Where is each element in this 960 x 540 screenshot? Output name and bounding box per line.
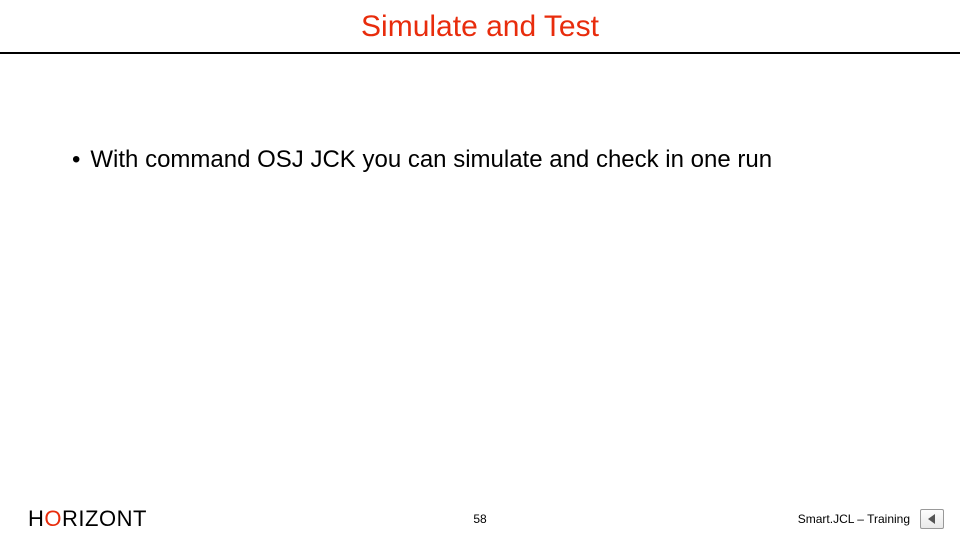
bullet-item: • With command OSJ JCK you can simulate … — [72, 144, 888, 176]
brand-pre: H — [28, 506, 44, 531]
brand-post: RIZONT — [62, 506, 147, 531]
bullet-text: With command OSJ JCK you can simulate an… — [90, 144, 772, 176]
bullet-dot: • — [72, 144, 80, 176]
brand-logo: HORIZONT — [28, 506, 147, 532]
content-area: • With command OSJ JCK you can simulate … — [0, 54, 960, 176]
back-button[interactable] — [920, 509, 944, 529]
footer-right: Smart.JCL – Training — [798, 509, 944, 529]
slide-title: Simulate and Test — [0, 0, 960, 52]
slide: Simulate and Test • With command OSJ JCK… — [0, 0, 960, 540]
page-number: 58 — [473, 512, 486, 526]
document-title: Smart.JCL – Training — [798, 512, 910, 526]
brand-accent: O — [44, 506, 62, 531]
back-arrow-icon — [926, 513, 938, 525]
footer: HORIZONT 58 Smart.JCL – Training — [0, 506, 960, 532]
